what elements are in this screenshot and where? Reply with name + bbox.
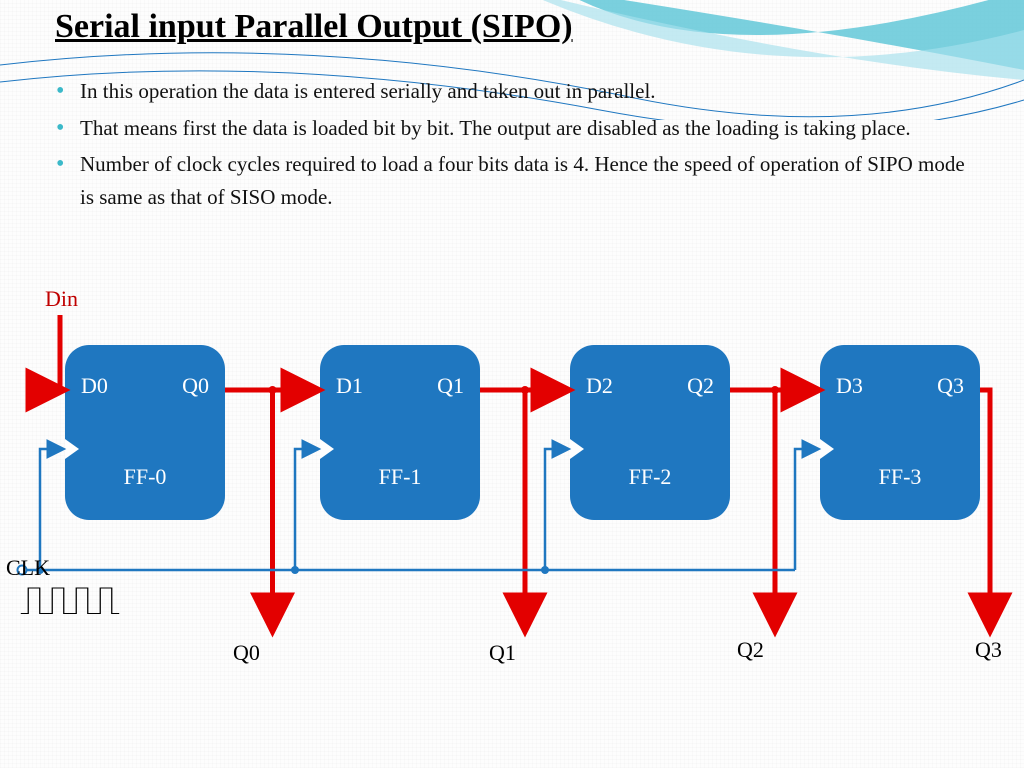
- flipflop-3: D3 Q3 FF-3: [820, 345, 980, 520]
- d-label: D2: [586, 373, 613, 399]
- ff-name: FF-0: [65, 464, 225, 490]
- q-label: Q1: [437, 373, 464, 399]
- clock-triangle-icon: [820, 439, 834, 459]
- d-label: D3: [836, 373, 863, 399]
- slide-title: Serial input Parallel Output (SIPO): [55, 8, 573, 46]
- bullet-item: That means first the data is loaded bit …: [80, 112, 975, 145]
- q-label: Q0: [182, 373, 209, 399]
- flipflop-1: D1 Q1 FF-1: [320, 345, 480, 520]
- bullet-item: Number of clock cycles required to load …: [80, 148, 975, 213]
- clock-triangle-icon: [570, 439, 584, 459]
- bullet-item: In this operation the data is entered se…: [80, 75, 975, 108]
- output-q0: Q0: [233, 640, 260, 666]
- q-label: Q3: [937, 373, 964, 399]
- q-label: Q2: [687, 373, 714, 399]
- ff-name: FF-3: [820, 464, 980, 490]
- flipflop-0: D0 Q0 FF-0: [65, 345, 225, 520]
- clock-triangle-icon: [320, 439, 334, 459]
- flipflop-2: D2 Q2 FF-2: [570, 345, 730, 520]
- slide-bullets: In this operation the data is entered se…: [55, 75, 975, 217]
- d-label: D1: [336, 373, 363, 399]
- ff-name: FF-1: [320, 464, 480, 490]
- output-q2: Q2: [737, 637, 764, 663]
- d-label: D0: [81, 373, 108, 399]
- clock-triangle-icon: [65, 439, 79, 459]
- din-label: Din: [45, 286, 78, 312]
- ff-name: FF-2: [570, 464, 730, 490]
- clock-waveform-icon: ⎍⎍⎍⎍: [20, 578, 116, 624]
- output-q1: Q1: [489, 640, 516, 666]
- output-q3: Q3: [975, 637, 1002, 663]
